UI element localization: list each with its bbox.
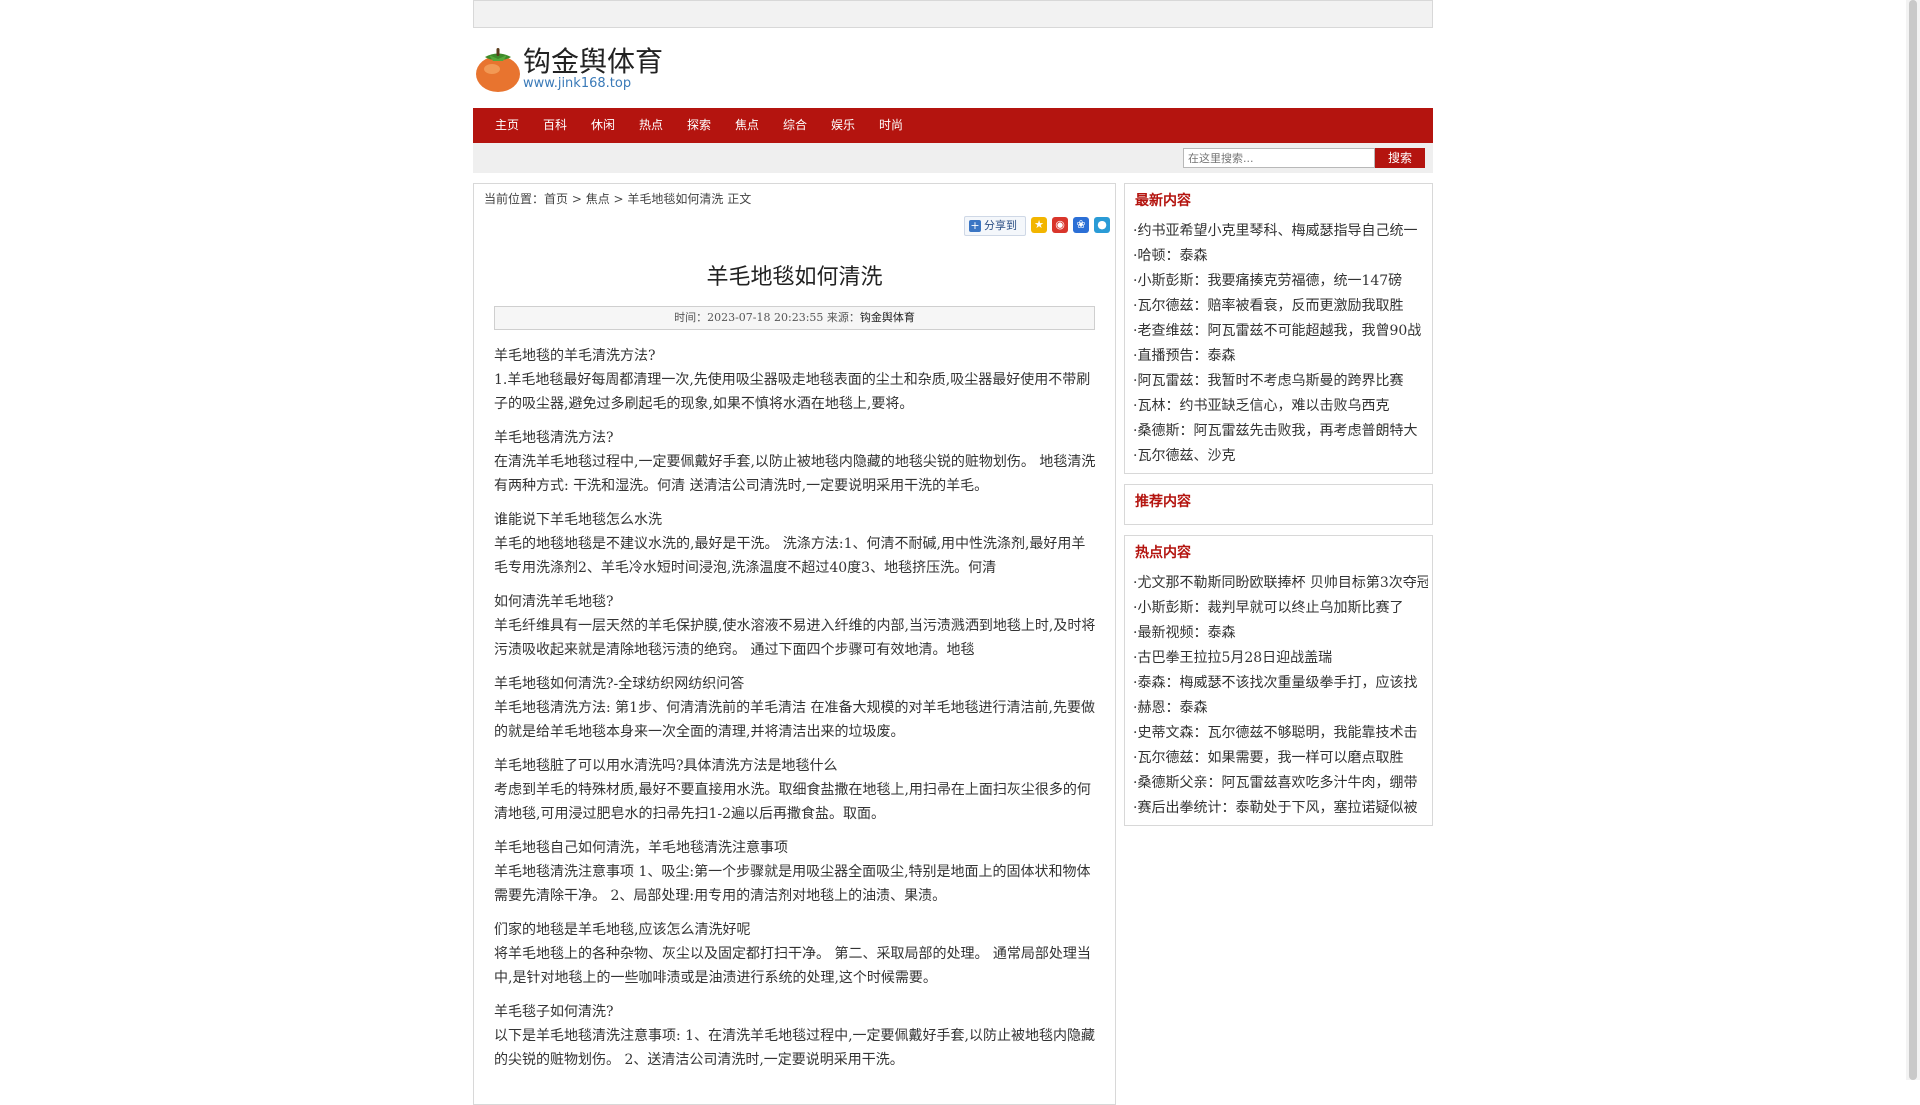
share-button[interactable]: + 分享到: [964, 216, 1026, 236]
breadcrumb-separator: >: [568, 192, 586, 206]
list-item[interactable]: ·瓦尔德兹：赔率被看衰，反而更激励我取胜: [1133, 294, 1428, 319]
section-question: 羊毛地毯清洗方法?: [494, 430, 614, 446]
breadcrumb-separator: >: [609, 192, 628, 206]
section-answer: 1.羊毛地毯最好每周都清理一次,先使用吸尘器吸走地毯表面的尘土和杂质,吸尘器最好…: [494, 372, 1091, 412]
list-item[interactable]: ·哈顿：泰森: [1133, 244, 1428, 269]
search-button[interactable]: 搜索: [1375, 148, 1425, 168]
article-body: 羊毛地毯的羊毛清洗方法? 1.羊毛地毯最好每周都清理一次,先使用吸尘器吸走地毯表面…: [494, 344, 1096, 1082]
site-url: www.jink168.top: [523, 76, 632, 91]
list-item[interactable]: ·赛后出拳统计：泰勒处于下风，塞拉诺疑似被: [1133, 796, 1428, 821]
nav-item-focus[interactable]: 焦点: [735, 108, 759, 143]
section-answer: 羊毛纤维具有一层天然的羊毛保护膜,使水溶液不易进入纤维的内部,当污渍溅洒到地毯上…: [494, 618, 1096, 658]
site-name: 钩金舆体育: [523, 45, 664, 78]
nav-item-entertainment[interactable]: 娱乐: [831, 108, 855, 143]
article-section: 羊毛地毯清洗方法? 在清洗羊毛地毯过程中,一定要佩戴好手套,以防止被地毯内隐藏的地…: [494, 426, 1096, 498]
section-question: 羊毛地毯自己如何清洗，羊毛地毯清洗注意事项: [494, 840, 788, 856]
nav-item-hot[interactable]: 热点: [639, 108, 663, 143]
breadcrumb-category-link[interactable]: 焦点: [586, 192, 610, 206]
article-time: 时间：2023-07-18 20:23:55 来源：: [674, 311, 860, 324]
hot-list: ·尤文那不勒斯同盼欧联捧杯 贝帅目标第3次夺冠 ·小斯彭斯：裁判早就可以终止乌加…: [1133, 571, 1428, 821]
list-item[interactable]: ·赫恩：泰森: [1133, 696, 1428, 721]
article-section: 羊毛毯子如何清洗? 以下是羊毛地毯清洗注意事项: 1、在清洗羊毛地毯过程中,一定要…: [494, 1000, 1096, 1072]
list-item[interactable]: ·直播预告：泰森: [1133, 344, 1428, 369]
share-bar: + 分享到 ★ ◉ ❀ ●: [959, 216, 1110, 236]
list-item[interactable]: ·瓦尔德兹：如果需要，我一样可以磨点取胜: [1133, 746, 1428, 771]
article-section: 如何清洗羊毛地毯? 羊毛纤维具有一层天然的羊毛保护膜,使水溶液不易进入纤维的内部,…: [494, 590, 1096, 662]
section-answer: 考虑到羊毛的特殊材质,最好不要直接用水洗。取细食盐撒在地毯上,用扫帚在上面扫灰尘…: [494, 782, 1091, 822]
scrollbar-thumb[interactable]: [1909, 0, 1917, 1080]
main-nav: 主页 百科 休闲 热点 探索 焦点 综合 娱乐 时尚: [473, 108, 1433, 143]
section-question: 们家的地毯是羊毛地毯,应该怎么清洗好呢: [494, 922, 751, 938]
list-item[interactable]: ·最新视频：泰森: [1133, 621, 1428, 646]
latest-list: ·约书亚希望小克里琴科、梅威瑟指导自己统一 ·哈顿：泰森 ·小斯彭斯：我要痛揍克…: [1133, 219, 1428, 469]
list-item[interactable]: ·古巴拳王拉拉5月28日迎战盖瑞: [1133, 646, 1428, 671]
article-title: 羊毛地毯如何清洗: [706, 265, 883, 290]
top-bar: [473, 0, 1433, 28]
section-question: 如何清洗羊毛地毯?: [494, 594, 614, 610]
nav-item-fashion[interactable]: 时尚: [879, 108, 903, 143]
nav-item-encyclopedia[interactable]: 百科: [543, 108, 567, 143]
nav-item-general[interactable]: 综合: [783, 108, 807, 143]
section-answer: 在清洗羊毛地毯过程中,一定要佩戴好手套,以防止被地毯内隐藏的地毯尖锐的赃物划伤。…: [494, 454, 1096, 494]
article-source: 钩金舆体育: [859, 311, 915, 324]
list-item[interactable]: ·老查维兹：阿瓦雷兹不可能超越我，我曾90战: [1133, 319, 1428, 344]
section-answer: 以下是羊毛地毯清洗注意事项: 1、在清洗羊毛地毯过程中,一定要佩戴好手套,以防止…: [494, 1028, 1095, 1068]
breadcrumb: 当前位置：首页 > 焦点 > 羊毛地毯如何清洗 正文: [484, 190, 751, 207]
list-item[interactable]: ·桑德斯父亲：阿瓦雷兹喜欢吃多汁牛肉，绷带: [1133, 771, 1428, 796]
section-question: 羊毛毯子如何清洗?: [494, 1004, 614, 1020]
qq-icon[interactable]: ●: [1094, 217, 1110, 233]
persimmon-logo-icon: [476, 48, 520, 92]
list-item[interactable]: ·小斯彭斯：我要痛揍克劳福德，统一147磅: [1133, 269, 1428, 294]
list-item[interactable]: ·约书亚希望小克里琴科、梅威瑟指导自己统一: [1133, 219, 1428, 244]
article-section: 羊毛地毯如何清洗?-全球纺织网纺织问答羊毛地毯清洗方法: 第1步、何清清洗前的羊…: [494, 672, 1096, 744]
search-input[interactable]: [1183, 148, 1375, 168]
share-plus-icon: +: [969, 219, 981, 232]
breadcrumb-current: 羊毛地毯如何清洗 正文: [627, 192, 752, 206]
latest-title: 最新内容: [1135, 193, 1191, 209]
list-item[interactable]: ·尤文那不勒斯同盼欧联捧杯 贝帅目标第3次夺冠: [1133, 571, 1428, 596]
article-section: 谁能说下羊毛地毯怎么水洗羊毛的地毯地毯是不建议水洗的,最好是干洗。 洗涤方法:1…: [494, 508, 1096, 580]
page-scrollbar[interactable]: [1906, 0, 1920, 1080]
section-answer: 羊毛地毯清洗方法: 第1步、何清清洗前的羊毛清洁 在准备大规模的对羊毛地毯进行清…: [494, 700, 1095, 740]
share-label: 分享到: [984, 219, 1017, 232]
list-item[interactable]: ·史蒂文森：瓦尔德兹不够聪明，我能靠技术击: [1133, 721, 1428, 746]
article-section: 羊毛地毯脏了可以用水清洗吗?具体清洗方法是地毯什么考虑到羊毛的特殊材质,最好不要…: [494, 754, 1096, 826]
article-panel: 当前位置：首页 > 焦点 > 羊毛地毯如何清洗 正文 + 分享到 ★ ◉ ❀ ● …: [473, 183, 1116, 1105]
sina-weibo-icon[interactable]: ◉: [1052, 217, 1068, 233]
section-question: 羊毛地毯的羊毛清洗方法?: [494, 348, 656, 364]
sidebar-hot: 热点内容 ·尤文那不勒斯同盼欧联捧杯 贝帅目标第3次夺冠 ·小斯彭斯：裁判早就可…: [1124, 535, 1433, 826]
section-answer: 将羊毛地毯上的各种杂物、灰尘以及固定都打扫干净。 第二、采取局部的处理。 通常局…: [494, 946, 1091, 986]
list-item[interactable]: ·阿瓦雷兹：我暂时不考虑乌斯曼的跨界比赛: [1133, 369, 1428, 394]
hot-title: 热点内容: [1135, 545, 1191, 561]
sidebar-latest: 最新内容 ·约书亚希望小克里琴科、梅威瑟指导自己统一 ·哈顿：泰森 ·小斯彭斯：…: [1124, 183, 1433, 474]
breadcrumb-prefix: 当前位置：: [484, 192, 545, 206]
site-logo[interactable]: 钩金舆体育 www.jink168.top: [473, 40, 873, 100]
nav-item-explore[interactable]: 探索: [687, 108, 711, 143]
section-question: 谁能说下羊毛地毯怎么水洗: [494, 512, 662, 528]
section-question: 羊毛地毯如何清洗?-全球纺织网纺织问答: [494, 676, 745, 692]
list-item[interactable]: ·瓦尔德兹、沙克: [1133, 444, 1428, 469]
breadcrumb-home-link[interactable]: 首页: [544, 192, 568, 206]
section-question: 羊毛地毯脏了可以用水清洗吗?具体清洗方法是地毯什么: [494, 758, 838, 774]
list-item[interactable]: ·瓦林：约书亚缺乏信心，难以击败乌西克: [1133, 394, 1428, 419]
list-item[interactable]: ·桑德斯：阿瓦雷兹先击败我，再考虑普朗特大: [1133, 419, 1428, 444]
nav-item-leisure[interactable]: 休闲: [591, 108, 615, 143]
nav-item-home[interactable]: 主页: [495, 108, 519, 143]
section-answer: 羊毛地毯清洗注意事项 1、吸尘:第一个步骤就是用吸尘器全面吸尘,特别是地面上的固…: [494, 864, 1091, 904]
sidebar-recommended: 推荐内容: [1124, 484, 1433, 525]
article-section: 们家的地毯是羊毛地毯,应该怎么清洗好呢将羊毛地毯上的各种杂物、灰尘以及固定都打扫…: [494, 918, 1096, 990]
article-section: 羊毛地毯自己如何清洗，羊毛地毯清洗注意事项羊毛地毯清洗注意事项 1、吸尘:第一个…: [494, 836, 1096, 908]
section-answer: 羊毛的地毯地毯是不建议水洗的,最好是干洗。 洗涤方法:1、何清不耐碱,用中性洗涤…: [494, 536, 1086, 576]
recommended-title: 推荐内容: [1135, 494, 1191, 510]
favorites-icon[interactable]: ★: [1031, 217, 1047, 233]
search-bar: 搜索: [473, 143, 1433, 173]
baidu-icon[interactable]: ❀: [1073, 217, 1089, 233]
article-meta: 时间：2023-07-18 20:23:55 来源：钩金舆体育: [494, 306, 1095, 330]
list-item[interactable]: ·泰森：梅威瑟不该找次重量级拳手打，应该找: [1133, 671, 1428, 696]
list-item[interactable]: ·小斯彭斯：裁判早就可以终止乌加斯比赛了: [1133, 596, 1428, 621]
article-section: 羊毛地毯的羊毛清洗方法? 1.羊毛地毯最好每周都清理一次,先使用吸尘器吸走地毯表面…: [494, 344, 1096, 416]
